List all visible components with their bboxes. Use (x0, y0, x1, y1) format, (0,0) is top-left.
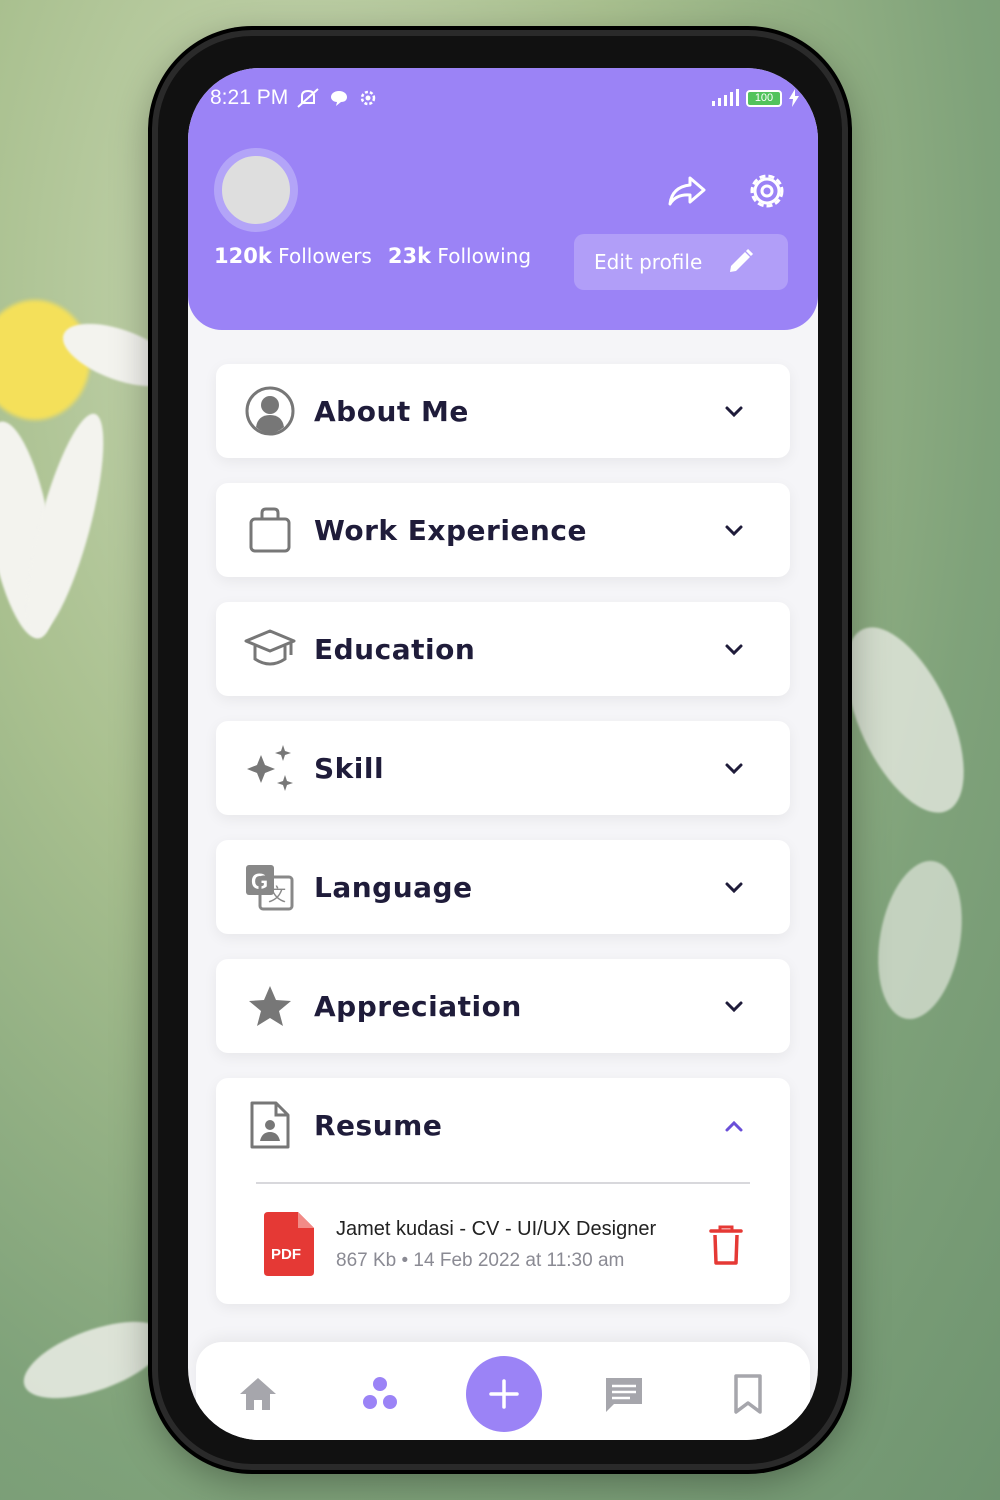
settings-icon[interactable] (744, 168, 790, 214)
follow-stats: 120k Followers 23k Following (214, 244, 531, 268)
home-icon[interactable] (236, 1372, 280, 1416)
profile-header: 8:21 PM 100 120k Followers 23k Following… (188, 68, 818, 330)
chat-bubble-icon (331, 91, 348, 106)
document-person-icon (250, 1101, 290, 1149)
followers-count: 120k (214, 244, 272, 268)
trash-icon[interactable] (708, 1224, 744, 1266)
person-icon (245, 386, 295, 436)
pdf-badge: PDF (271, 1246, 301, 1263)
translate-icon: G文 (246, 865, 294, 911)
bookmark-icon[interactable] (726, 1372, 770, 1416)
status-bar: 8:21 PM 100 (210, 78, 800, 118)
pdf-file-icon (264, 1212, 314, 1276)
pencil-icon (730, 248, 754, 272)
file-meta: 867 Kb • 14 Feb 2022 at 11:30 am (336, 1250, 625, 1271)
star-icon (249, 986, 291, 1026)
bottom-navigation (196, 1342, 810, 1440)
avatar[interactable] (214, 148, 298, 232)
chevron-down-icon[interactable] (722, 995, 746, 1019)
following-stat[interactable]: 23k Following (388, 244, 531, 268)
chevron-down-icon[interactable] (722, 638, 746, 662)
section-appreciation[interactable]: Appreciation (216, 959, 790, 1053)
divider (256, 1182, 750, 1184)
charging-icon (789, 89, 799, 107)
gear-status-icon (360, 90, 376, 106)
section-label: Appreciation (314, 989, 522, 1023)
section-label: Education (314, 632, 476, 666)
svg-text:文: 文 (268, 885, 286, 905)
screen: 8:21 PM 100 120k Followers 23k Following… (188, 68, 818, 1440)
message-icon[interactable] (602, 1372, 646, 1416)
phone-frame: 8:21 PM 100 120k Followers 23k Following… (152, 30, 848, 1470)
edit-profile-label: Edit profile (594, 250, 703, 274)
section-label: Language (314, 870, 473, 904)
section-resume: Resume PDF Jamet kudasi - CV - UI/UX Des… (216, 1078, 790, 1304)
section-label: Resume (314, 1108, 443, 1142)
following-count: 23k (387, 244, 432, 268)
edit-profile-button[interactable]: Edit profile (574, 234, 788, 290)
chevron-down-icon[interactable] (722, 876, 746, 900)
add-button[interactable] (466, 1356, 542, 1432)
resume-file[interactable]: PDF Jamet kudasi - CV - UI/UX Designer 8… (264, 1212, 764, 1278)
section-label: Skill (314, 751, 385, 785)
status-time: 8:21 PM (210, 86, 289, 109)
chevron-down-icon[interactable] (722, 757, 746, 781)
chevron-up-icon[interactable] (722, 1114, 746, 1138)
chevron-down-icon[interactable] (722, 400, 746, 424)
background-petal (866, 854, 974, 1026)
sparkle-icon (247, 745, 293, 791)
file-name: Jamet kudasi - CV - UI/UX Designer (336, 1218, 657, 1240)
section-label: Work Experience (314, 513, 587, 547)
resume-header[interactable]: Resume (216, 1078, 790, 1172)
share-icon[interactable] (664, 168, 710, 214)
battery-indicator: 100 (746, 89, 782, 107)
followers-stat[interactable]: 120k Followers (214, 244, 372, 268)
chevron-down-icon[interactable] (722, 519, 746, 543)
section-education[interactable]: Education (216, 602, 790, 696)
section-work-experience[interactable]: Work Experience (216, 483, 790, 577)
mute-icon (297, 88, 319, 108)
section-language[interactable]: G文 Language (216, 840, 790, 934)
plus-icon (489, 1379, 519, 1409)
briefcase-icon (249, 507, 291, 553)
following-label: Following (437, 244, 532, 268)
graduation-cap-icon (244, 629, 296, 666)
section-skill[interactable]: Skill (216, 721, 790, 815)
signal-icon (712, 89, 739, 106)
community-icon[interactable] (358, 1372, 402, 1416)
section-about-me[interactable]: About Me (216, 364, 790, 458)
followers-label: Followers (278, 244, 372, 268)
section-label: About Me (314, 394, 469, 428)
